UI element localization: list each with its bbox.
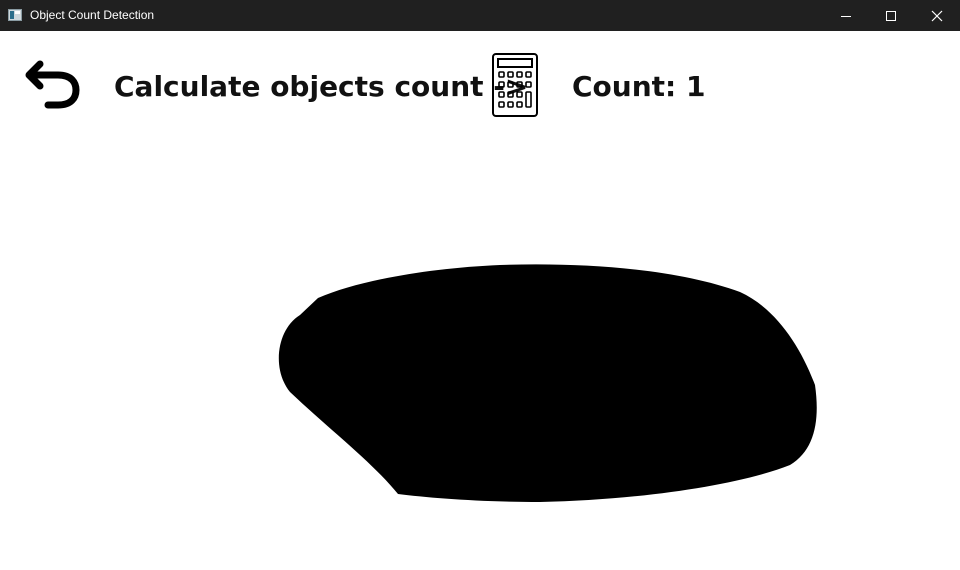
maximize-icon [886, 10, 896, 21]
title-bar[interactable]: Object Count Detection [0, 0, 960, 31]
calculate-button[interactable] [490, 52, 540, 118]
calculate-label: Calculate objects count -> [114, 70, 529, 103]
window-title: Object Count Detection [30, 8, 155, 22]
drawing-canvas[interactable] [0, 130, 960, 570]
app-window: Object Count Detection Calculate objects… [0, 0, 960, 570]
count-result: Count: 1 [572, 70, 706, 103]
minimize-icon [841, 15, 851, 17]
close-button[interactable] [914, 0, 960, 31]
back-button[interactable] [20, 55, 84, 115]
undo-arrow-icon [25, 60, 80, 109]
close-icon [931, 10, 943, 21]
calculator-icon [492, 53, 538, 117]
minimize-button[interactable] [823, 0, 869, 31]
app-icon [8, 9, 22, 21]
drawn-object [278, 264, 817, 502]
maximize-button[interactable] [868, 0, 914, 31]
